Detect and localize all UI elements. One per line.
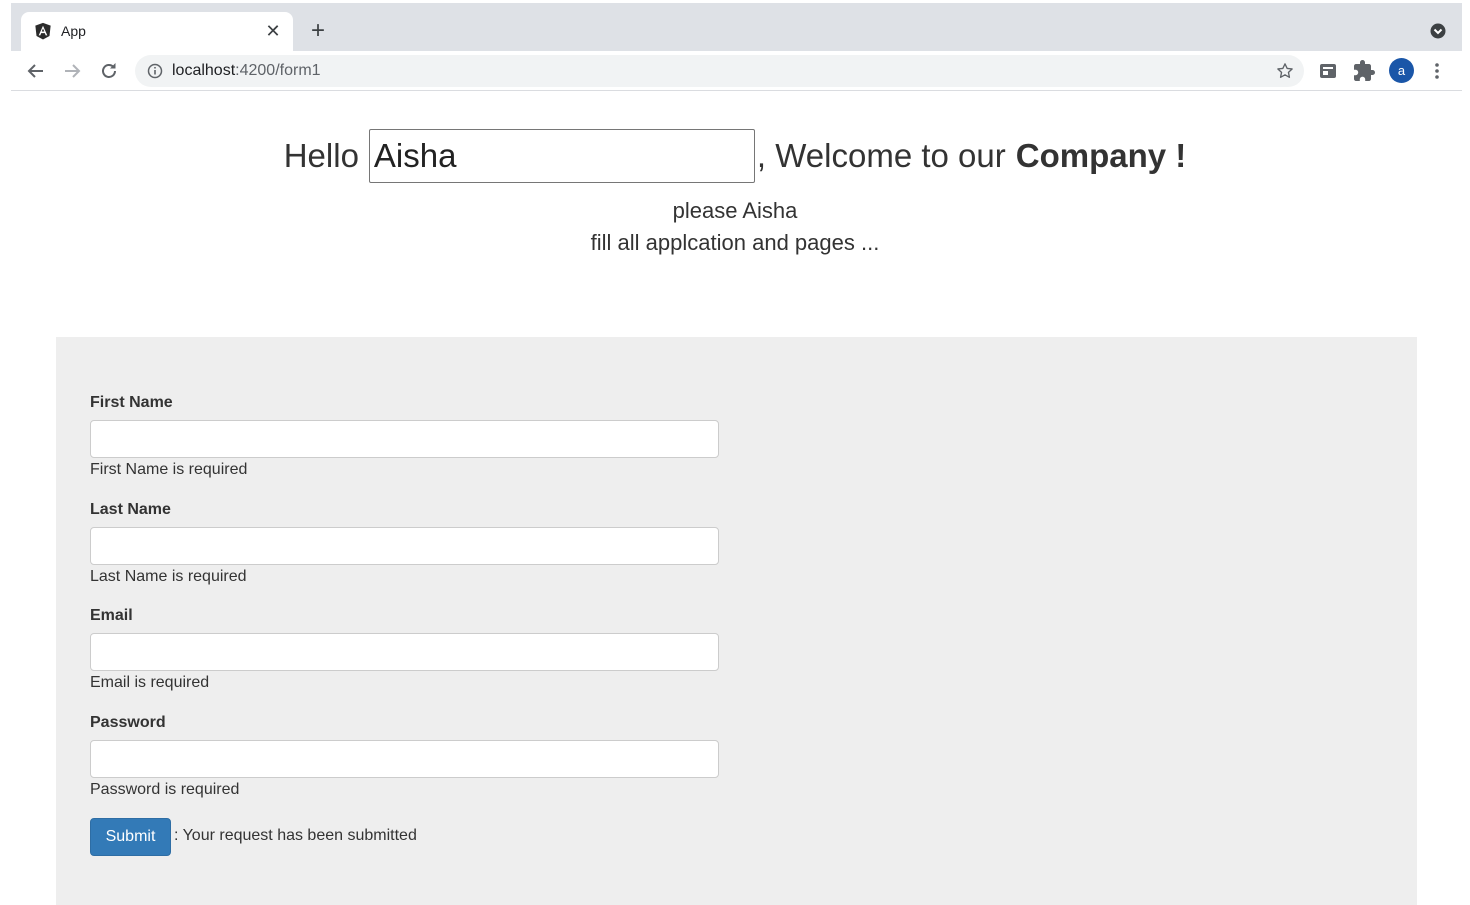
forward-arrow-icon[interactable] xyxy=(60,59,84,83)
company-text: Company ! xyxy=(1015,137,1187,174)
chevron-down-icon[interactable] xyxy=(1430,23,1446,39)
registration-form: First Name First Name is required Last N… xyxy=(56,337,1417,905)
email-label: Email xyxy=(90,607,133,624)
last-name-label: Last Name xyxy=(90,501,171,518)
browser-toolbar: localhost:4200/form1 a xyxy=(11,51,1462,91)
cast-icon[interactable] xyxy=(1316,59,1340,83)
email-input[interactable] xyxy=(90,633,719,671)
tab-strip: App ✕ + xyxy=(11,3,1462,51)
first-name-error: First Name is required xyxy=(90,461,248,478)
profile-avatar[interactable]: a xyxy=(1389,58,1414,83)
welcome-text: , Welcome to our xyxy=(756,137,1006,174)
email-error: Email is required xyxy=(90,674,210,691)
password-label: Password xyxy=(90,714,166,731)
instruction-line-2: fill all applcation and pages ... xyxy=(590,230,880,255)
first-name-label: First Name xyxy=(90,394,173,411)
puzzle-icon[interactable] xyxy=(1352,59,1376,83)
address-bar[interactable]: localhost:4200/form1 xyxy=(135,55,1304,87)
url-host: localhost xyxy=(172,62,236,79)
kebab-menu-icon[interactable] xyxy=(1425,59,1449,83)
url-text: localhost:4200/form1 xyxy=(172,62,321,80)
password-error: Password is required xyxy=(90,781,240,798)
back-arrow-icon[interactable] xyxy=(24,59,48,83)
submit-button[interactable]: Submit xyxy=(90,818,171,856)
plus-icon[interactable]: + xyxy=(306,19,330,44)
star-icon[interactable] xyxy=(1276,62,1294,80)
url-path: :4200/form1 xyxy=(235,62,321,79)
last-name-input[interactable] xyxy=(90,527,719,565)
reload-icon[interactable] xyxy=(97,59,121,83)
name-input[interactable] xyxy=(368,129,755,183)
first-name-input[interactable] xyxy=(90,420,719,458)
tab-title: App xyxy=(61,23,86,39)
last-name-error: Last Name is required xyxy=(90,568,247,585)
greeting-heading: Hello , Welcome to our Company ! xyxy=(0,128,1470,184)
close-icon[interactable]: ✕ xyxy=(263,21,283,41)
instruction-line-1: please Aisha xyxy=(672,198,798,223)
angular-logo-icon xyxy=(35,22,51,40)
hello-text: Hello xyxy=(283,137,359,174)
submit-status: : Your request has been submitted xyxy=(174,827,417,844)
browser-tab[interactable]: App ✕ xyxy=(21,12,293,51)
info-icon[interactable] xyxy=(147,63,163,79)
password-input[interactable] xyxy=(90,740,719,778)
